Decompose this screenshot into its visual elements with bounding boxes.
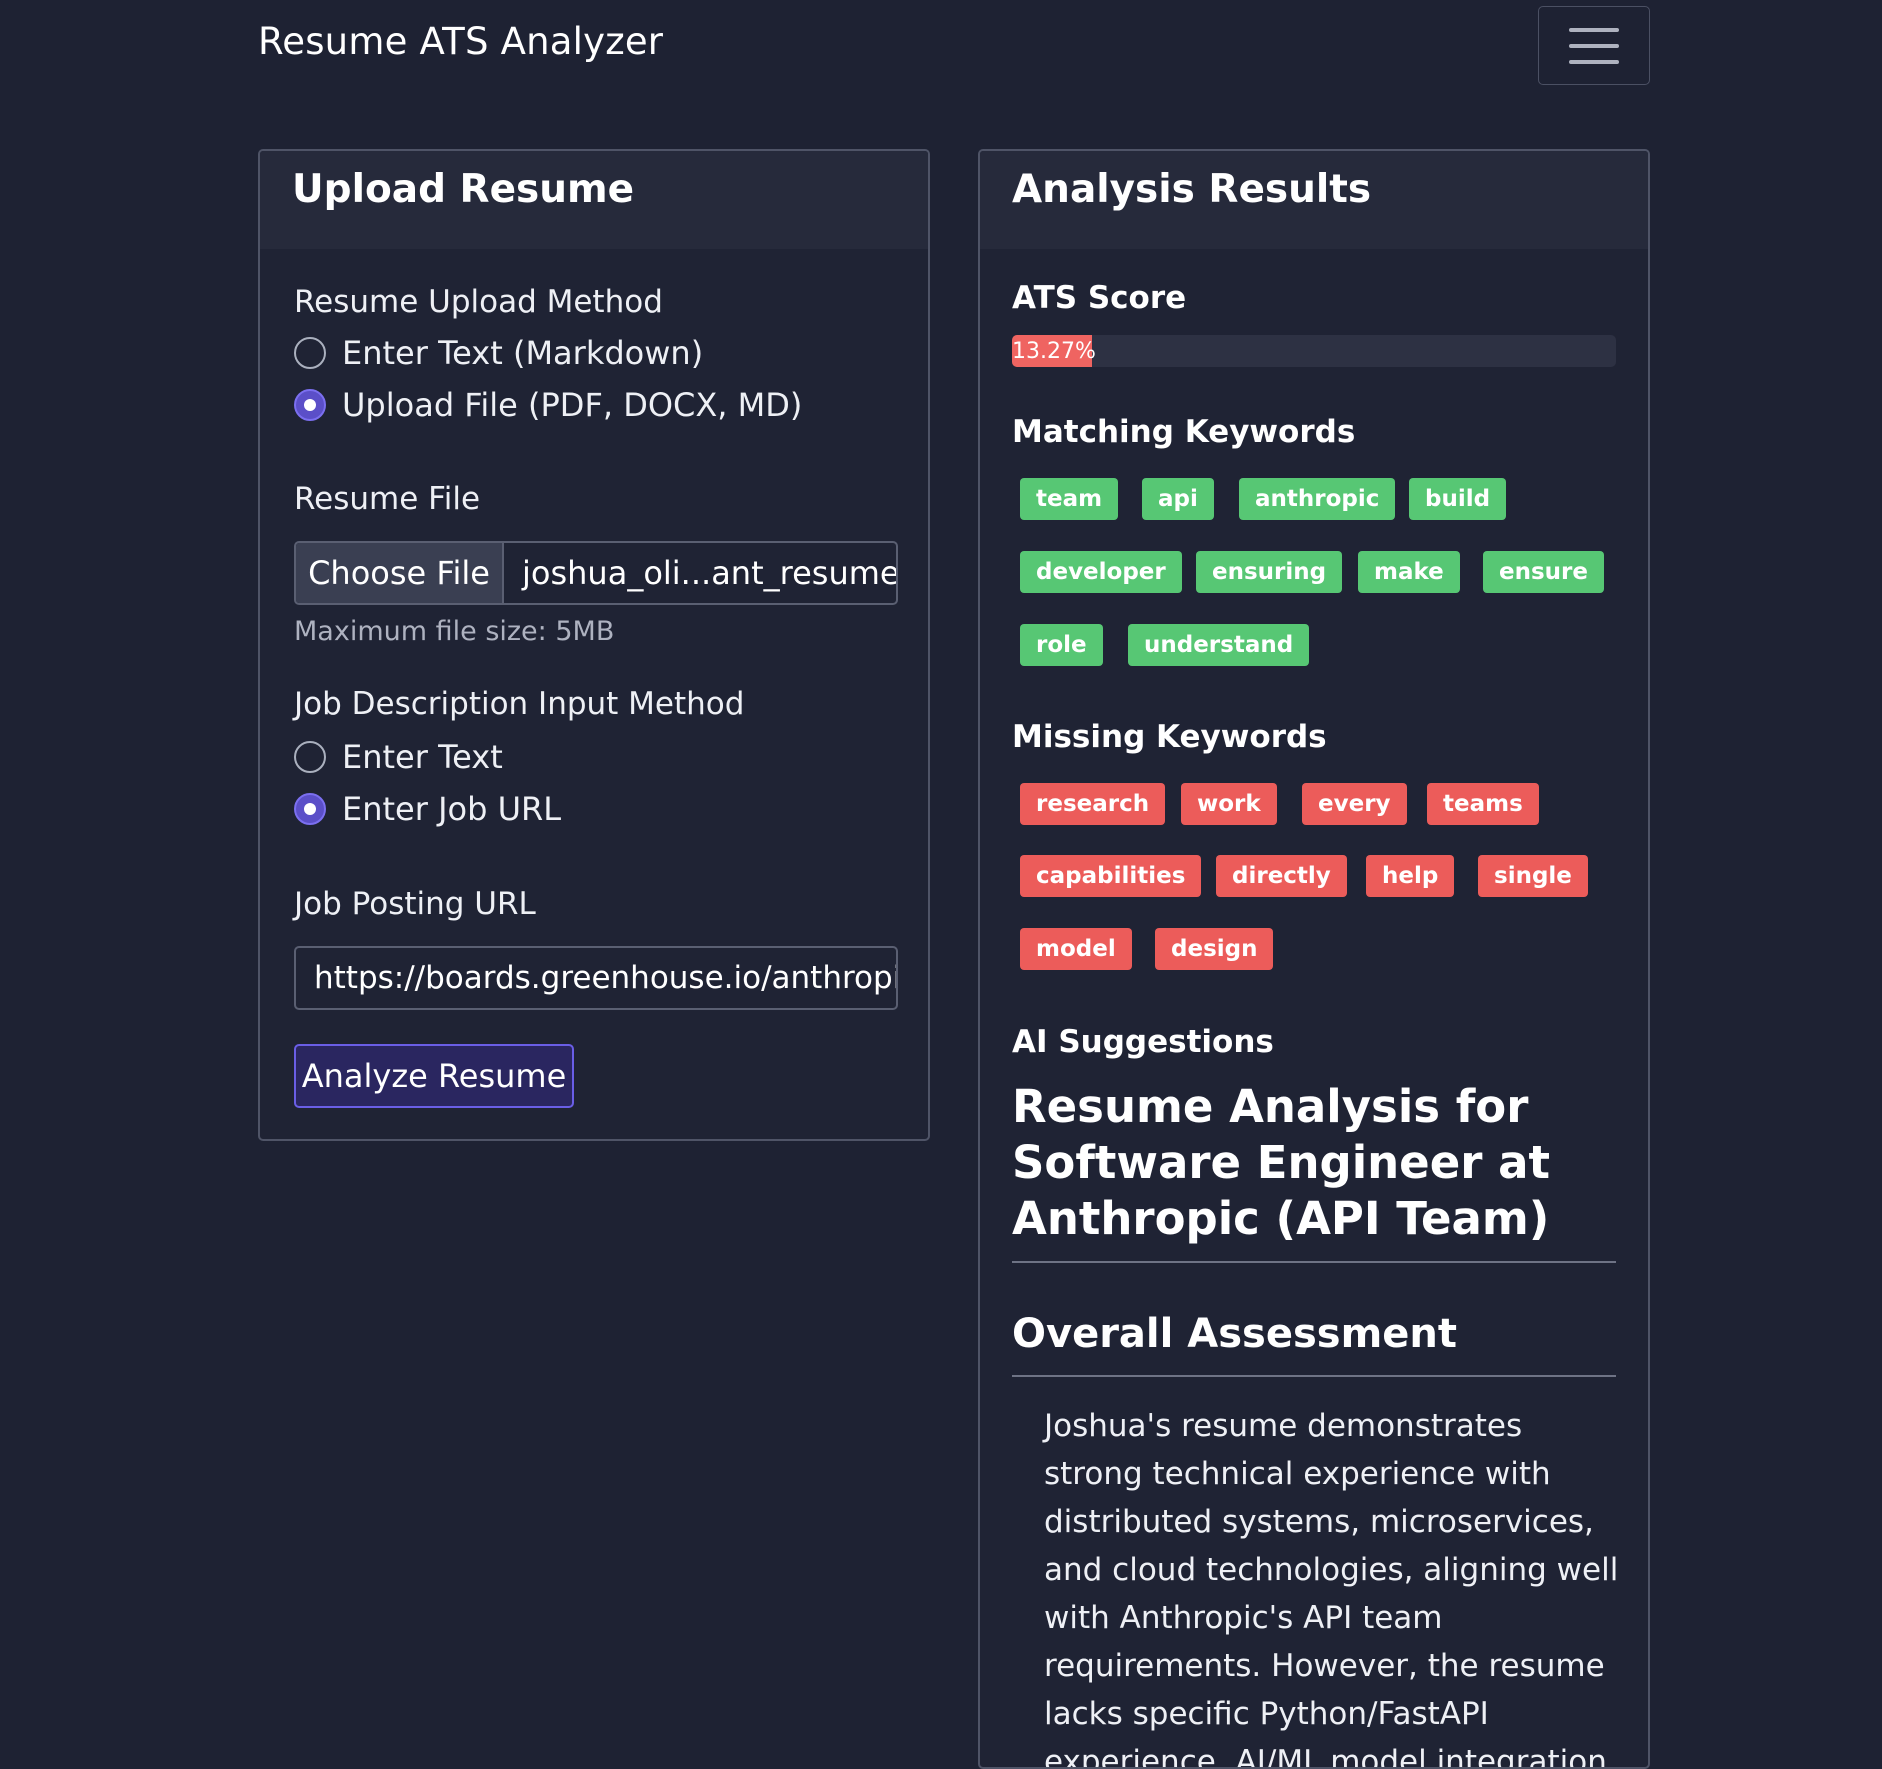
ai-suggestions-label: AI Suggestions (1012, 1024, 1274, 1060)
resume-method-label: Resume Upload Method (294, 284, 663, 320)
ats-score-progress-fill: 13.27% (1012, 335, 1096, 367)
radio-label: Upload File (PDF, DOCX, MD) (342, 386, 803, 424)
missing-keyword-badge: design (1155, 928, 1274, 970)
app-brand[interactable]: Resume ATS Analyzer (258, 20, 663, 63)
matching-keywords-label: Matching Keywords (1012, 414, 1356, 450)
radio-label: Enter Text (342, 738, 503, 776)
results-card-title: Analysis Results (980, 151, 1648, 249)
resume-file-input[interactable]: Choose File joshua_oli...ant_resume (294, 541, 898, 605)
file-size-help: Maximum file size: 5MB (294, 616, 615, 647)
overall-assessment-text: Joshua's resume demonstrates strong tech… (1044, 1408, 1619, 1769)
radio-upload-file[interactable]: Upload File (PDF, DOCX, MD) (294, 386, 803, 424)
missing-keyword-badge: capabilities (1020, 855, 1202, 897)
matching-keyword-badge: developer (1020, 551, 1182, 593)
matching-keyword-badge: ensuring (1196, 551, 1343, 593)
radio-label: Enter Job URL (342, 790, 562, 828)
job-method-label: Job Description Input Method (294, 686, 745, 722)
job-url-input[interactable]: https://boards.greenhouse.io/anthropic (294, 946, 898, 1010)
upload-card-title: Upload Resume (260, 151, 928, 249)
job-url-label: Job Posting URL (294, 886, 536, 922)
radio-button-icon[interactable] (294, 741, 326, 773)
upload-resume-card: Upload Resume Resume Upload Method Enter… (258, 149, 930, 1141)
missing-keyword-badge: model (1020, 928, 1132, 970)
overall-assessment-heading: Overall Assessment (1012, 1311, 1457, 1357)
radio-enter-text[interactable]: Enter Text (294, 738, 503, 776)
divider (1012, 1261, 1616, 1263)
resume-file-label: Resume File (294, 481, 481, 517)
matching-keyword-badge: make (1358, 551, 1460, 593)
ats-score-label: ATS Score (1012, 280, 1187, 316)
matching-keyword-badge: api (1142, 478, 1214, 520)
matching-keyword-badge: anthropic (1239, 478, 1396, 520)
missing-keyword-badge: every (1302, 783, 1407, 825)
missing-keyword-badge: directly (1216, 855, 1347, 897)
radio-enter-job-url[interactable]: Enter Job URL (294, 790, 562, 828)
choose-file-button[interactable]: Choose File (296, 543, 504, 603)
missing-keyword-badge: help (1366, 855, 1455, 897)
ats-score-progress: 13.27% (1012, 335, 1616, 367)
ai-suggestions-heading: Resume Analysis for Software Engineer at… (1012, 1080, 1550, 1245)
matching-keyword-badge: team (1020, 478, 1119, 520)
navbar: Resume ATS Analyzer (0, 0, 1882, 96)
analyze-resume-button[interactable]: Analyze Resume (294, 1044, 574, 1108)
radio-button-checked-icon[interactable] (294, 389, 326, 421)
missing-keyword-badge: research (1020, 783, 1166, 825)
radio-button-checked-icon[interactable] (294, 793, 326, 825)
radio-label: Enter Text (Markdown) (342, 334, 704, 372)
missing-keyword-badge: work (1181, 783, 1277, 825)
missing-keywords-label: Missing Keywords (1012, 719, 1327, 755)
matching-keyword-badge: ensure (1483, 551, 1604, 593)
radio-enter-text-markdown[interactable]: Enter Text (Markdown) (294, 334, 704, 372)
matching-keyword-badge: build (1409, 478, 1507, 520)
selected-file-name: joshua_oli...ant_resume (522, 554, 896, 592)
menu-toggle-button[interactable] (1538, 6, 1650, 85)
analysis-results-card: Analysis Results ATS Score 13.27% Matchi… (978, 149, 1650, 1769)
missing-keyword-badge: single (1478, 855, 1588, 897)
missing-keyword-badge: teams (1427, 783, 1539, 825)
divider (1012, 1375, 1616, 1377)
matching-keyword-badge: understand (1128, 624, 1310, 666)
matching-keyword-badge: role (1020, 624, 1103, 666)
radio-button-icon[interactable] (294, 337, 326, 369)
